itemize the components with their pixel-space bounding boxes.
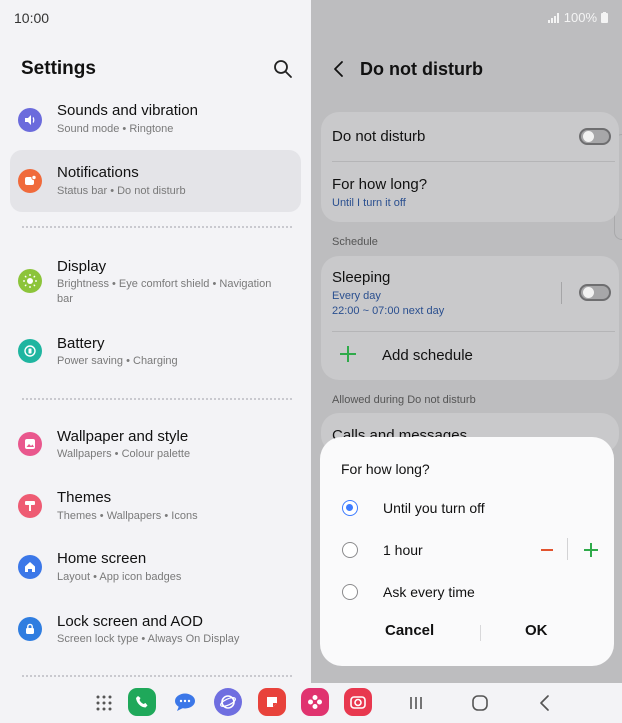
- sidebar-item-label: Themes: [57, 489, 112, 506]
- gallery-app-icon[interactable]: [301, 688, 329, 716]
- schedule-card: Sleeping Every day 22:00 ~ 07:00 next da…: [321, 256, 619, 380]
- sidebar-item-label: Home screen: [57, 550, 147, 567]
- for-how-long-value: Until I turn it off: [332, 197, 406, 209]
- for-how-long-label: For how long?: [332, 176, 428, 193]
- divider: [567, 538, 568, 560]
- divider: [22, 398, 292, 400]
- schedule-section-label: Schedule: [332, 236, 378, 248]
- for-how-long-row[interactable]: For how long? Until I turn it off: [321, 162, 619, 222]
- divider: [22, 226, 292, 228]
- battery-icon: [18, 339, 42, 363]
- radio-unselected[interactable]: [342, 542, 358, 558]
- sidebar-item-themes[interactable]: Themes Themes • Wallpapers • Icons: [10, 475, 301, 537]
- option-until-turn-off[interactable]: Until you turn off: [330, 490, 604, 526]
- sidebar-item-sublabel: Brightness • Eye comfort shield • Naviga…: [57, 278, 272, 305]
- option-label: Ask every time: [383, 584, 475, 600]
- cancel-button[interactable]: Cancel: [385, 622, 434, 639]
- plus-icon: [340, 346, 356, 362]
- sidebar-item-sublabel: Sound mode • Ringtone: [57, 123, 174, 135]
- apps-grid-icon[interactable]: [95, 694, 113, 712]
- sleeping-toggle[interactable]: [579, 284, 611, 301]
- sidebar-item-notifications[interactable]: Notifications Status bar • Do not distur…: [10, 150, 301, 212]
- messages-app-icon[interactable]: [171, 688, 199, 716]
- back-icon[interactable]: [331, 60, 347, 78]
- add-schedule-label: Add schedule: [382, 347, 473, 364]
- add-schedule-button[interactable]: Add schedule: [321, 332, 619, 380]
- battery-percent: 100%: [563, 10, 597, 25]
- sidebar-item-label: Lock screen and AOD: [57, 613, 203, 630]
- recents-icon[interactable]: [406, 693, 426, 713]
- notes-app-icon[interactable]: [258, 688, 286, 716]
- dnd-toggle[interactable]: [579, 128, 611, 145]
- sidebar-item-display[interactable]: Display Brightness • Eye comfort shield …: [10, 252, 301, 312]
- phone-app-icon[interactable]: [128, 688, 156, 716]
- divider: [22, 675, 292, 677]
- for-how-long-dialog: For how long? Until you turn off 1 hour …: [320, 437, 614, 666]
- back-nav-icon[interactable]: [535, 693, 555, 713]
- battery-status-icon: [601, 12, 608, 23]
- internet-app-icon[interactable]: [214, 688, 242, 716]
- signal-icon: [547, 12, 559, 23]
- sidebar-item-sublabel: Themes • Wallpapers • Icons: [57, 510, 198, 522]
- sidebar-item-sublabel: Status bar • Do not disturb: [57, 185, 186, 197]
- notification-icon: [18, 169, 42, 193]
- divider: [561, 282, 562, 304]
- option-label: Until you turn off: [383, 500, 485, 516]
- dnd-label: Do not disturb: [332, 128, 426, 145]
- themes-icon: [18, 494, 42, 518]
- sun-icon: [18, 269, 42, 293]
- sidebar-item-wallpaper[interactable]: Wallpaper and style Wallpapers • Colour …: [10, 413, 301, 475]
- sidebar-item-label: Battery: [57, 335, 105, 352]
- wallpaper-icon: [18, 432, 42, 456]
- page-title: Do not disturb: [360, 59, 483, 79]
- dialog-title: For how long?: [341, 461, 430, 477]
- sidebar-item-sublabel: Wallpapers • Colour palette: [57, 448, 191, 460]
- sleeping-time: 22:00 ~ 07:00 next day: [332, 305, 445, 317]
- sidebar-item-sublabel: Layout • App icon badges: [57, 571, 182, 583]
- volume-icon: [18, 108, 42, 132]
- option-ask-every-time[interactable]: Ask every time: [330, 574, 604, 610]
- divider: [480, 625, 481, 641]
- ok-button[interactable]: OK: [525, 622, 548, 639]
- radio-unselected[interactable]: [342, 584, 358, 600]
- navigation-bar: [0, 683, 622, 723]
- sidebar-item-sublabel: Power saving • Charging: [57, 355, 178, 367]
- sidebar-item-sounds[interactable]: Sounds and vibration Sound mode • Ringto…: [10, 89, 301, 151]
- sidebar-item-label: Sounds and vibration: [57, 102, 198, 119]
- camera-app-icon[interactable]: [344, 688, 372, 716]
- sleeping-days: Every day: [332, 290, 381, 302]
- sidebar-item-sublabel: Screen lock type • Always On Display: [57, 633, 240, 645]
- sleeping-title: Sleeping: [332, 269, 391, 286]
- page-title: Settings: [21, 58, 96, 79]
- sidebar-item-battery[interactable]: Battery Power saving • Charging: [10, 320, 301, 382]
- sidebar-item-lock-screen[interactable]: Lock screen and AOD Screen lock type • A…: [10, 598, 301, 660]
- search-icon[interactable]: [272, 58, 294, 80]
- sidebar-item-label: Wallpaper and style: [57, 428, 189, 445]
- lock-icon: [18, 617, 42, 641]
- sidebar-item-label: Display: [57, 258, 107, 275]
- home-button-icon[interactable]: [470, 693, 490, 713]
- home-icon: [18, 555, 42, 579]
- sidebar-item-home-screen[interactable]: Home screen Layout • App icon badges: [10, 536, 301, 598]
- status-bar: 100%: [547, 10, 608, 25]
- option-1-hour[interactable]: 1 hour: [330, 532, 604, 568]
- plus-icon[interactable]: [583, 540, 599, 560]
- sidebar-item-label: Notifications: [57, 164, 139, 181]
- minus-icon[interactable]: [539, 540, 555, 560]
- dnd-card: Do not disturb For how long? Until I tur…: [321, 112, 619, 222]
- settings-pane: 10:00 Settings Sounds and vibration Soun…: [0, 0, 311, 683]
- radio-selected[interactable]: [342, 500, 358, 516]
- dnd-toggle-row[interactable]: Do not disturb: [321, 112, 619, 161]
- sleeping-schedule-row[interactable]: Sleeping Every day 22:00 ~ 07:00 next da…: [321, 256, 619, 330]
- allowed-section-label: Allowed during Do not disturb: [332, 394, 476, 406]
- option-label: 1 hour: [383, 542, 423, 558]
- status-time: 10:00: [14, 10, 50, 26]
